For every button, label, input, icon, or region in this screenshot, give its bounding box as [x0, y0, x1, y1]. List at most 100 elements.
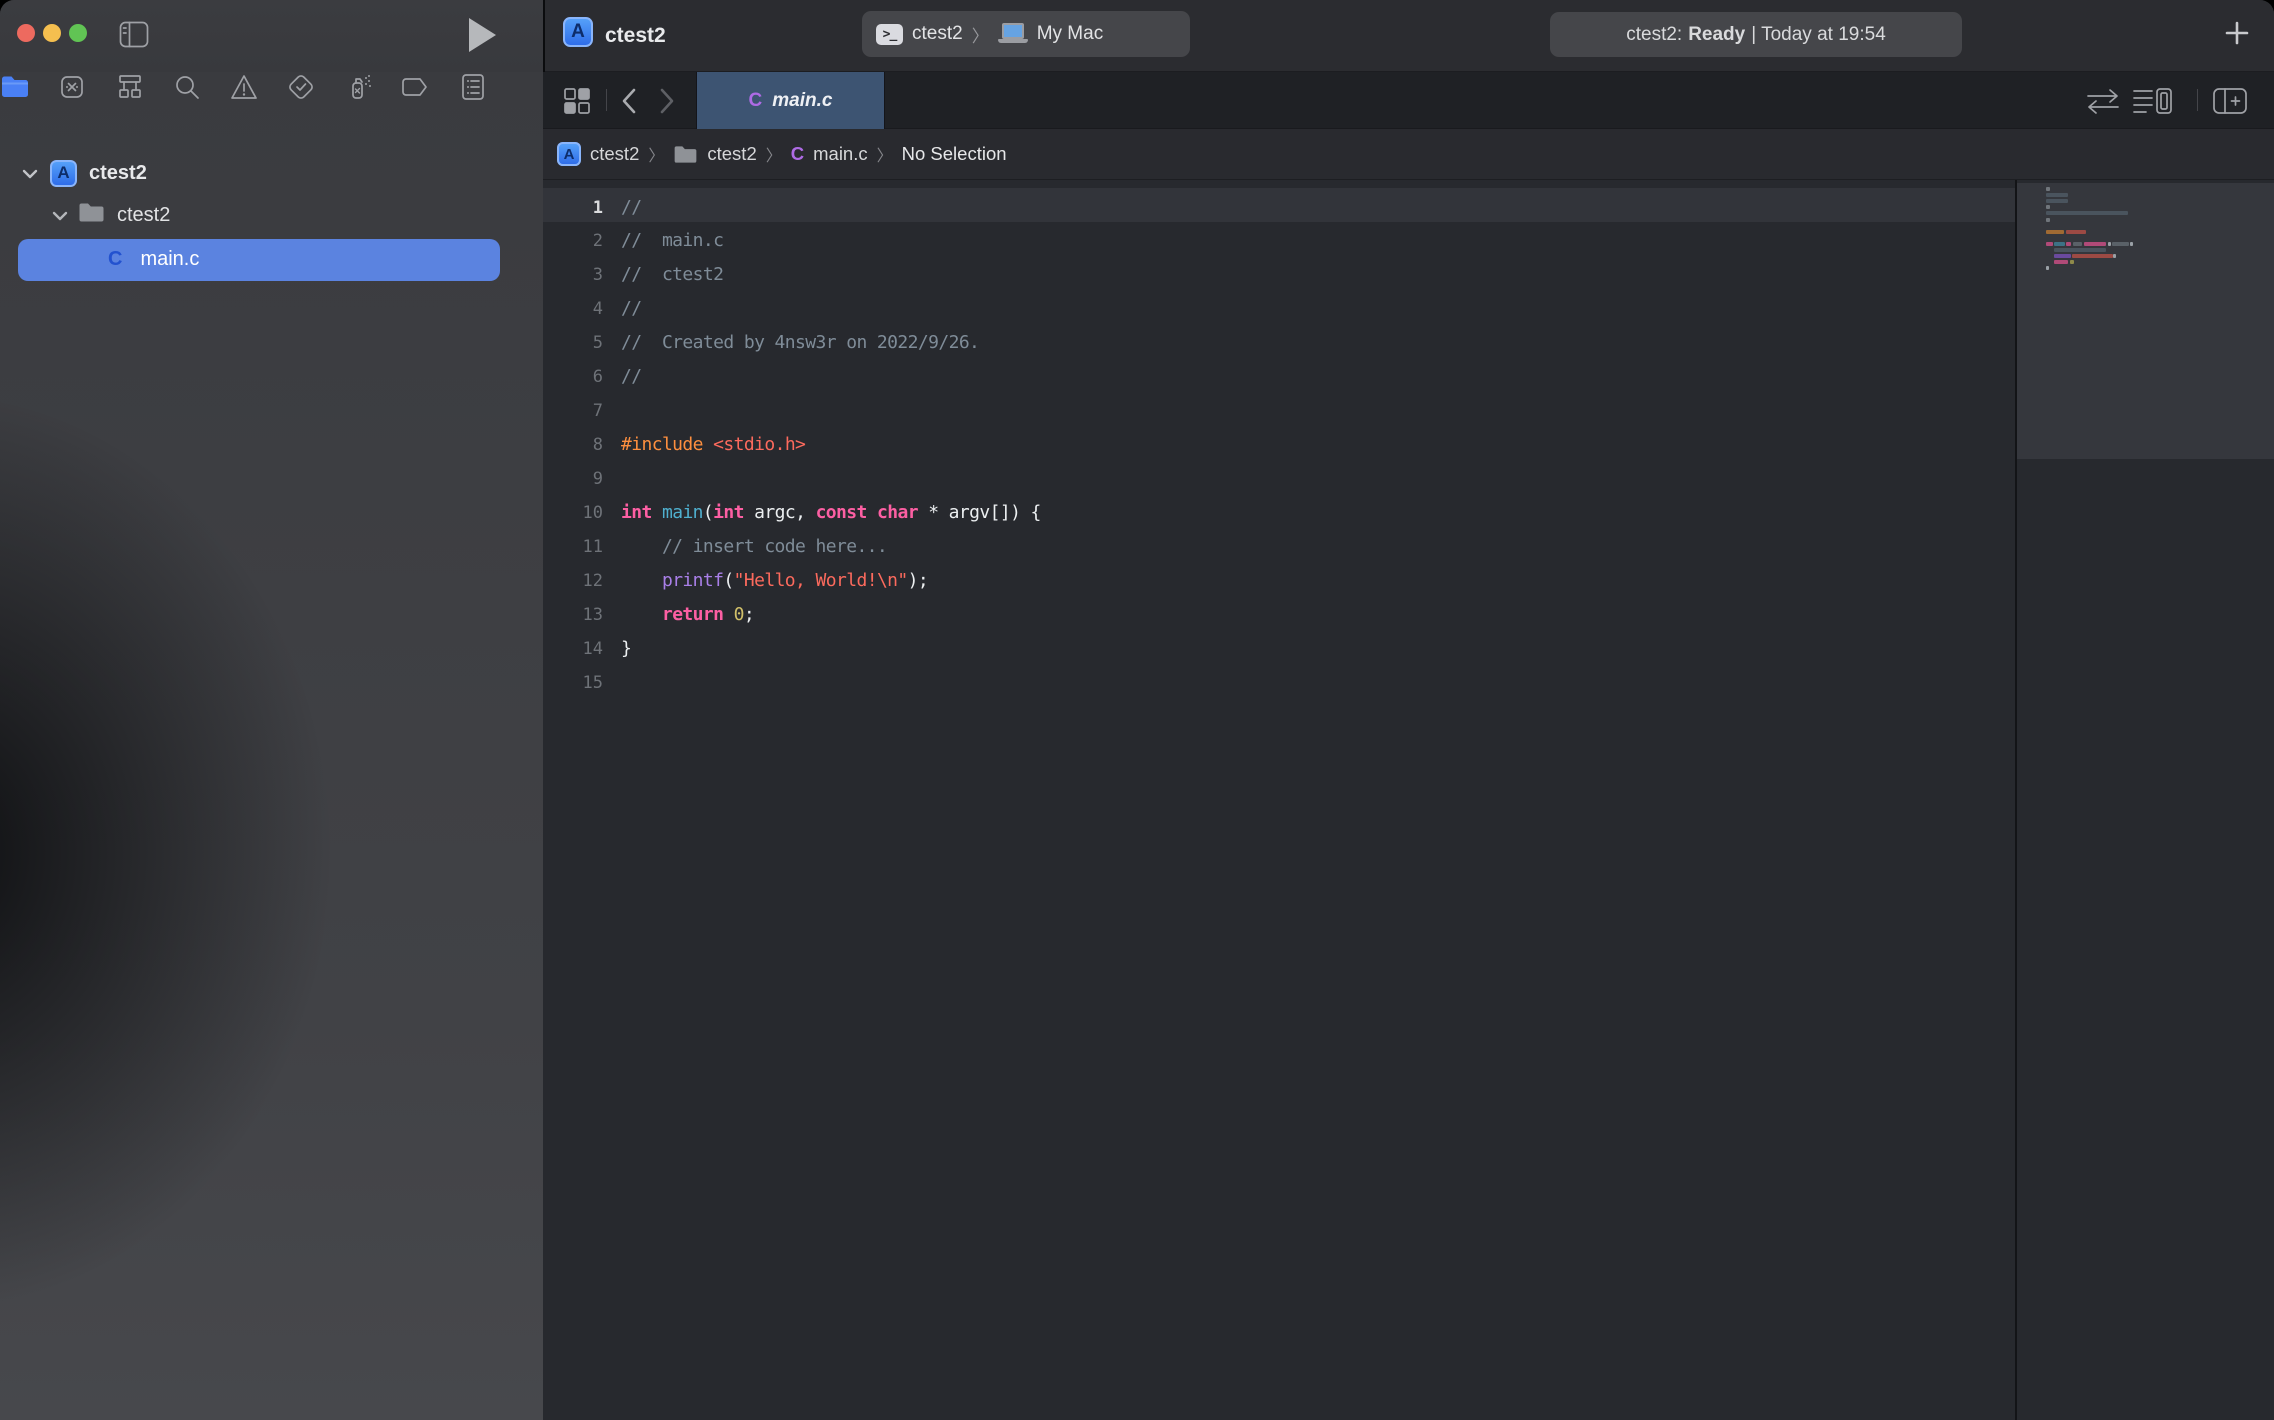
minimap-bar — [2108, 242, 2111, 246]
disclosure-chevron-icon[interactable] — [22, 162, 38, 185]
token-cmt: // main.c — [621, 230, 723, 251]
terminal-target-icon: >_ — [876, 24, 903, 45]
token-pl: * argv[]) { — [918, 502, 1041, 523]
line-number[interactable]: 12 — [543, 564, 603, 598]
search-icon[interactable] — [172, 72, 202, 102]
line-number[interactable]: 4 — [543, 292, 603, 326]
token-cmt: // — [621, 366, 641, 387]
token-pl — [621, 604, 662, 625]
token-pl: argc, — [744, 502, 816, 523]
minimap-bar — [2073, 242, 2082, 246]
source-text: // — [621, 292, 641, 326]
separator — [606, 89, 607, 111]
line-number[interactable]: 3 — [543, 258, 603, 292]
minimap-bar — [2054, 260, 2068, 264]
minimap-visible-region[interactable] — [2017, 183, 2274, 459]
minimap-bar — [2046, 266, 2049, 270]
tree-row-project[interactable]: A ctest2 — [0, 152, 543, 194]
line-number[interactable]: 9 — [543, 462, 603, 496]
xcode-window: A ctest2 >_ ctest2 〉 My Mac ctest2: Read… — [0, 0, 2274, 1420]
line-number[interactable]: 15 — [543, 666, 603, 700]
token-kw: int — [713, 502, 744, 523]
jumpbar-project[interactable]: ctest2 — [590, 143, 639, 165]
tree-group-label[interactable]: ctest2 — [117, 204, 170, 227]
minimap-bar — [2072, 254, 2113, 258]
c-file-icon: C — [791, 143, 804, 165]
c-file-icon: C — [108, 248, 122, 271]
line-number[interactable]: 7 — [543, 394, 603, 428]
symbol-hierarchy-icon[interactable] — [115, 72, 145, 102]
disclosure-chevron-icon[interactable] — [52, 204, 68, 227]
jumpbar-file[interactable]: main.c — [813, 143, 868, 165]
tree-project-label[interactable]: ctest2 — [89, 162, 147, 185]
back-chevron-icon[interactable] — [621, 88, 637, 114]
line-number[interactable]: 14 — [543, 632, 603, 666]
tree-row-group[interactable]: ctest2 — [0, 194, 543, 236]
activity-status: ctest2: Ready | Today at 19:54 — [1550, 12, 1962, 57]
minimap-bar — [2046, 230, 2064, 234]
breakpoint-capsule-icon[interactable] — [401, 72, 431, 102]
run-destination[interactable]: My Mac — [1037, 23, 1104, 45]
scheme-selector[interactable]: >_ ctest2 〉 My Mac — [862, 11, 1190, 57]
source-text: #include <stdio.h> — [621, 428, 805, 462]
status-state: Ready — [1688, 24, 1745, 46]
source-text: } — [621, 632, 631, 666]
line-number[interactable]: 11 — [543, 530, 603, 564]
source-text: // Created by 4nsw3r on 2022/9/26. — [621, 326, 979, 360]
minimap-bar — [2054, 242, 2065, 246]
sidebar-toggle-icon[interactable] — [119, 21, 149, 48]
token-pl: ( — [703, 502, 713, 523]
run-button[interactable] — [466, 16, 498, 54]
minimap-bar — [2046, 205, 2050, 209]
tree-row-file-selected[interactable]: C main.c — [0, 238, 543, 280]
zoom-button[interactable] — [69, 24, 87, 42]
token-cmt: // insert code here... — [621, 536, 887, 557]
issues-warning-icon[interactable] — [229, 72, 259, 102]
token-pl — [867, 502, 877, 523]
token-pl: ; — [744, 604, 754, 625]
line-number[interactable]: 1 — [543, 191, 603, 225]
minimap-bar — [2130, 242, 2133, 246]
token-cmt: // — [621, 197, 641, 218]
source-text: // ctest2 — [621, 258, 723, 292]
token-fn: main — [662, 502, 703, 523]
line-number[interactable]: 13 — [543, 598, 603, 632]
token-str: "Hello, World!\n" — [734, 570, 908, 591]
minimap-bar — [2054, 248, 2106, 252]
minimize-button[interactable] — [43, 24, 61, 42]
editor-options-icon[interactable] — [2132, 87, 2174, 115]
tree-file-label[interactable]: main.c — [140, 248, 199, 271]
tab-main-c[interactable]: C main.c — [696, 72, 885, 129]
debug-gauge-icon[interactable] — [344, 72, 374, 102]
project-app-icon: A — [557, 142, 581, 166]
token-pl: } — [621, 638, 631, 659]
jumpbar-selection[interactable]: No Selection — [902, 143, 1007, 165]
minimap-bar — [2112, 242, 2129, 246]
line-number[interactable]: 5 — [543, 326, 603, 360]
report-list-icon[interactable] — [458, 72, 488, 102]
forward-chevron-icon[interactable] — [659, 88, 675, 114]
token-cmt: // — [621, 298, 641, 319]
token-call: printf — [662, 570, 723, 591]
new-tab-plus-button[interactable] — [2224, 20, 2250, 46]
close-button[interactable] — [17, 24, 35, 42]
token-pl: ( — [723, 570, 733, 591]
project-navigator-folder-icon[interactable] — [0, 72, 30, 102]
line-number[interactable]: 8 — [543, 428, 603, 462]
tests-diamond-icon[interactable] — [286, 72, 316, 102]
add-editor-icon[interactable] — [2212, 87, 2248, 115]
scheme-name[interactable]: ctest2 — [912, 23, 963, 45]
source-control-icon[interactable] — [57, 72, 87, 102]
code-review-arrows-icon[interactable] — [2084, 88, 2122, 114]
tab-label: main.c — [772, 90, 832, 112]
source-text: // main.c — [621, 224, 723, 258]
jumpbar-group[interactable]: ctest2 — [707, 143, 756, 165]
line-number[interactable]: 6 — [543, 360, 603, 394]
line-number[interactable]: 10 — [543, 496, 603, 530]
line-number[interactable]: 2 — [543, 224, 603, 258]
tab-overview-grid-icon[interactable] — [562, 86, 592, 116]
minimap-bar — [2046, 199, 2068, 203]
minimap-bar — [2046, 211, 2128, 215]
folder-icon — [673, 145, 698, 164]
my-mac-icon — [998, 23, 1028, 45]
